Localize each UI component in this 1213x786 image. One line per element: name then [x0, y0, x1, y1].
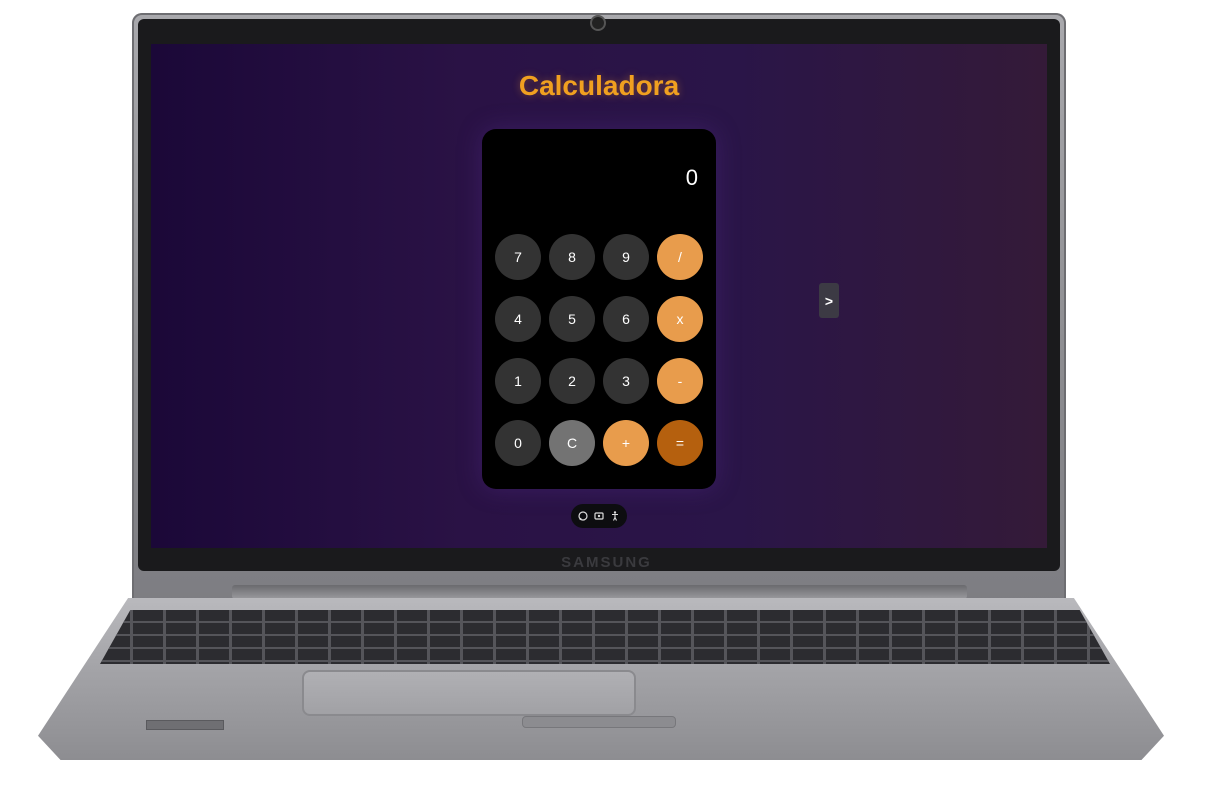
card-slot	[146, 720, 224, 730]
key-digit-2-button[interactable]: 2	[549, 358, 595, 404]
key-digit-8-button[interactable]: 8	[549, 234, 595, 280]
laptop-front-notch	[522, 716, 676, 728]
keypad: 7 8 9/ 4 5 6 x 1 2 3- 0 C + =	[495, 234, 703, 466]
accessibility-icon[interactable]	[609, 510, 621, 522]
key-divide-button[interactable]: /	[657, 234, 703, 280]
laptop-touchpad	[302, 670, 636, 716]
laptop-hinge	[232, 585, 967, 599]
calculator: 0 7 8 9/4 5 6 x 1 2 3-0 C + =	[482, 129, 716, 489]
laptop-keyboard	[100, 610, 1110, 664]
webcam	[592, 17, 604, 29]
app-title: Calculadora	[518, 70, 680, 101]
key-digit-0-button[interactable]: 0	[495, 420, 541, 466]
next-button[interactable]: >	[819, 283, 839, 318]
key-digit-3-button[interactable]: 3	[603, 358, 649, 404]
key-multiply-button[interactable]: x	[657, 296, 703, 342]
key-digit-5-button[interactable]: 5	[549, 296, 595, 342]
screen-icon[interactable]	[593, 510, 605, 522]
dock	[571, 504, 627, 528]
screen: Calculadora 0 7 8 9/4 5 6 x 1 2 3-0 C + = >	[151, 44, 1047, 548]
key-clear-button[interactable]: C	[549, 420, 595, 466]
chat-icon[interactable]	[577, 510, 589, 522]
key-subtract-button[interactable]: -	[657, 358, 703, 404]
key-digit-1-button[interactable]: 1	[495, 358, 541, 404]
key-add-button[interactable]: +	[603, 420, 649, 466]
key-equals-button[interactable]: =	[657, 420, 703, 466]
key-digit-9-button[interactable]: 9	[603, 234, 649, 280]
key-digit-7-button[interactable]: 7	[495, 234, 541, 280]
laptop-brand-logo: SAMSUNG	[561, 554, 652, 571]
calculator-display: 0	[685, 165, 698, 190]
key-digit-4-button[interactable]: 4	[495, 296, 541, 342]
key-digit-6-button[interactable]: 6	[603, 296, 649, 342]
